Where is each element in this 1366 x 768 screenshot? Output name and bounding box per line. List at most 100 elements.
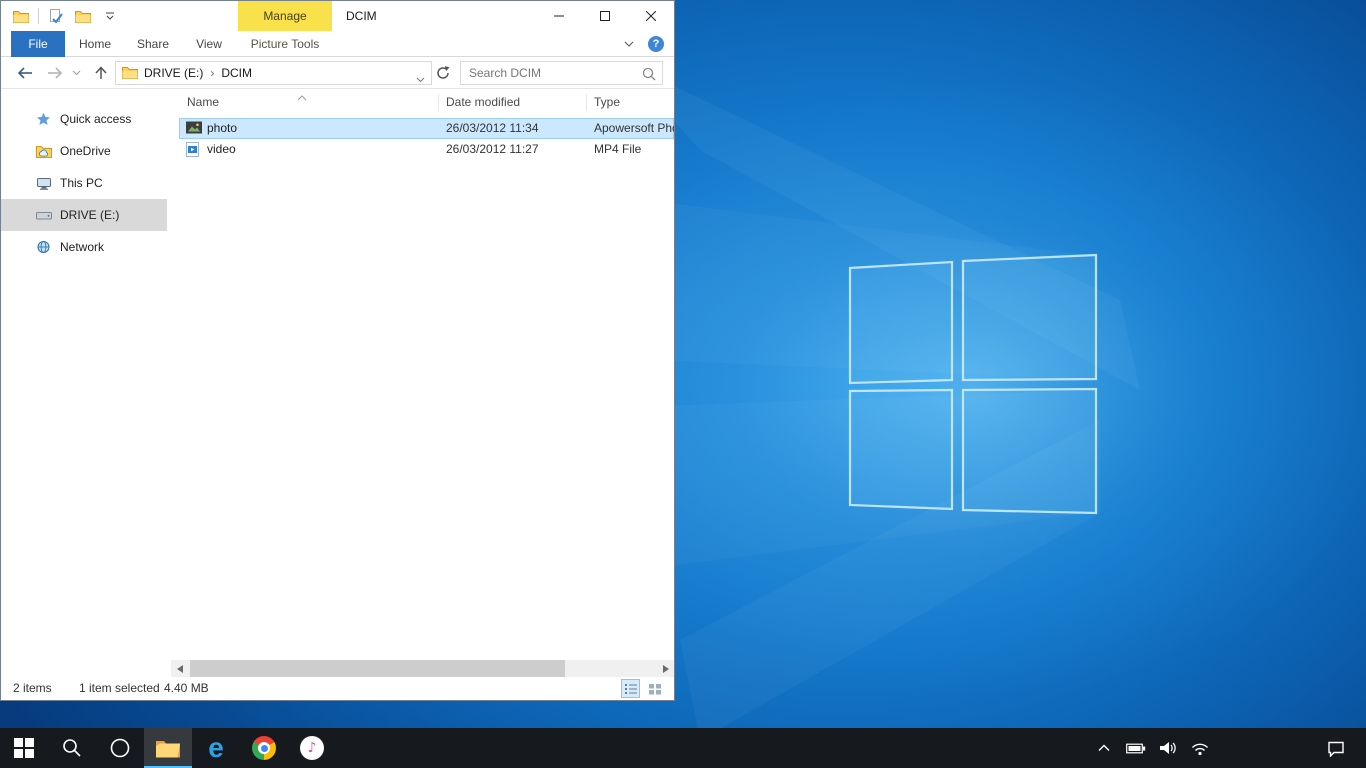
taskbar-search-button[interactable] bbox=[48, 728, 96, 768]
action-center-button[interactable] bbox=[1316, 728, 1356, 768]
breadcrumb: DRIVE (E:) › DCIM bbox=[144, 62, 252, 84]
title-bar[interactable]: Manage DCIM bbox=[1, 1, 674, 31]
taskbar: e ♪ bbox=[0, 728, 1366, 768]
sidebar-item-label: DRIVE (E:) bbox=[60, 208, 119, 222]
start-icon bbox=[14, 738, 34, 758]
tab-view[interactable]: View bbox=[185, 31, 233, 57]
scroll-left-icon[interactable] bbox=[171, 660, 188, 677]
edge-button[interactable]: e bbox=[192, 728, 240, 768]
volume-icon[interactable] bbox=[1158, 740, 1178, 756]
window-title: DCIM bbox=[346, 1, 377, 31]
status-bar: 2 items 1 item selected 4.40 MB bbox=[1, 677, 674, 700]
battery-icon[interactable] bbox=[1126, 741, 1146, 755]
explorer-folder-icon[interactable] bbox=[11, 5, 31, 27]
column-divider[interactable] bbox=[586, 94, 587, 111]
column-header-row: Name Date modified Type bbox=[167, 89, 674, 117]
chrome-icon bbox=[252, 736, 276, 760]
new-folder-icon[interactable] bbox=[73, 5, 93, 27]
file-type: Apowersoft Pho bbox=[594, 121, 674, 135]
file-name: video bbox=[207, 142, 236, 156]
recent-locations-icon[interactable] bbox=[69, 61, 83, 85]
file-date-modified: 26/03/2012 11:34 bbox=[446, 121, 539, 135]
chevron-up-icon[interactable] bbox=[1094, 744, 1114, 752]
tab-picture-tools[interactable]: Picture Tools bbox=[238, 31, 332, 57]
file-type: MP4 File bbox=[594, 142, 674, 156]
close-button[interactable] bbox=[628, 1, 674, 31]
taskbar-file-explorer-button[interactable] bbox=[144, 728, 192, 768]
file-list-pane: Name Date modified Type photo 26/03/2012… bbox=[167, 89, 674, 677]
navigation-pane: Quick access OneDrive This PC DRIVE (E:) bbox=[1, 89, 167, 677]
tab-file[interactable]: File bbox=[11, 31, 65, 57]
large-icons-view-button[interactable] bbox=[645, 679, 664, 698]
file-explorer-window: Manage DCIM File Home Share View Picture… bbox=[0, 0, 675, 701]
back-button[interactable] bbox=[13, 61, 37, 85]
search-input[interactable] bbox=[461, 62, 662, 84]
sidebar-item-quick-access[interactable]: Quick access bbox=[1, 103, 167, 135]
video-file-icon bbox=[186, 142, 199, 160]
window-controls bbox=[536, 1, 674, 31]
address-bar[interactable]: DRIVE (E:) › DCIM bbox=[115, 61, 432, 85]
breadcrumb-separator: › bbox=[210, 62, 214, 84]
column-divider[interactable] bbox=[438, 94, 439, 111]
network-icon bbox=[35, 240, 52, 254]
system-tray bbox=[1094, 728, 1210, 768]
explorer-body: Quick access OneDrive This PC DRIVE (E:) bbox=[1, 89, 674, 677]
address-dropdown-icon[interactable] bbox=[416, 70, 425, 88]
file-row-photo[interactable]: photo 26/03/2012 11:34 Apowersoft Pho bbox=[179, 118, 674, 139]
itunes-button[interactable]: ♪ bbox=[288, 728, 336, 768]
column-header-date-modified[interactable]: Date modified bbox=[446, 95, 520, 109]
sidebar-item-drive-e[interactable]: DRIVE (E:) bbox=[1, 199, 167, 231]
forward-button[interactable] bbox=[43, 61, 67, 85]
sort-ascending-icon bbox=[297, 90, 307, 104]
pc-icon bbox=[35, 177, 52, 190]
photo-file-icon bbox=[186, 121, 202, 137]
toolbar-separator bbox=[38, 8, 39, 24]
item-count: 2 items bbox=[13, 681, 52, 695]
chrome-button[interactable] bbox=[240, 728, 288, 768]
drive-icon bbox=[35, 209, 52, 221]
ribbon-tab-row: File Home Share View Picture Tools ? bbox=[1, 31, 674, 57]
refresh-icon[interactable] bbox=[435, 65, 453, 83]
column-header-type[interactable]: Type bbox=[594, 95, 620, 109]
scrollbar-thumb[interactable] bbox=[190, 660, 565, 677]
folder-icon bbox=[122, 66, 138, 84]
horizontal-scrollbar[interactable] bbox=[171, 660, 674, 677]
properties-icon[interactable] bbox=[46, 5, 66, 27]
tab-home[interactable]: Home bbox=[71, 31, 119, 57]
search-icon bbox=[62, 738, 82, 758]
file-row-video[interactable]: video 26/03/2012 11:27 MP4 File bbox=[179, 139, 674, 160]
breadcrumb-folder[interactable]: DCIM bbox=[221, 62, 252, 84]
navigation-bar: DRIVE (E:) › DCIM bbox=[1, 57, 674, 89]
manage-contextual-tab-header[interactable]: Manage bbox=[238, 1, 332, 31]
file-date-modified: 26/03/2012 11:27 bbox=[446, 142, 539, 156]
help-icon[interactable]: ? bbox=[648, 36, 664, 52]
selection-count: 1 item selected bbox=[79, 681, 160, 695]
search-icon[interactable] bbox=[642, 67, 656, 86]
column-header-name[interactable]: Name bbox=[187, 95, 219, 109]
sidebar-item-network[interactable]: Network bbox=[1, 231, 167, 263]
search-box[interactable] bbox=[460, 61, 663, 85]
scroll-right-icon[interactable] bbox=[657, 660, 674, 677]
selection-size: 4.40 MB bbox=[164, 681, 209, 695]
maximize-button[interactable] bbox=[582, 1, 628, 31]
breadcrumb-drive[interactable]: DRIVE (E:) bbox=[144, 62, 203, 84]
ribbon-expand-icon[interactable] bbox=[624, 37, 634, 51]
minimize-button[interactable] bbox=[536, 1, 582, 31]
start-button[interactable] bbox=[0, 728, 48, 768]
wifi-icon[interactable] bbox=[1190, 740, 1210, 756]
file-rows: photo 26/03/2012 11:34 Apowersoft Pho vi… bbox=[167, 118, 674, 160]
quick-access-toolbar bbox=[11, 1, 120, 31]
sidebar-item-label: OneDrive bbox=[60, 144, 111, 158]
up-button[interactable] bbox=[89, 61, 113, 85]
cortana-button[interactable] bbox=[96, 728, 144, 768]
sidebar-item-label: Network bbox=[60, 240, 104, 254]
customize-toolbar-icon[interactable] bbox=[100, 5, 120, 27]
sidebar-item-this-pc[interactable]: This PC bbox=[1, 167, 167, 199]
sidebar-item-onedrive[interactable]: OneDrive bbox=[1, 135, 167, 167]
sidebar-item-label: This PC bbox=[60, 176, 103, 190]
tab-share[interactable]: Share bbox=[127, 31, 179, 57]
details-view-button[interactable] bbox=[621, 679, 640, 698]
file-explorer-icon bbox=[155, 738, 181, 759]
cortana-icon bbox=[109, 737, 131, 759]
star-icon bbox=[35, 112, 52, 126]
